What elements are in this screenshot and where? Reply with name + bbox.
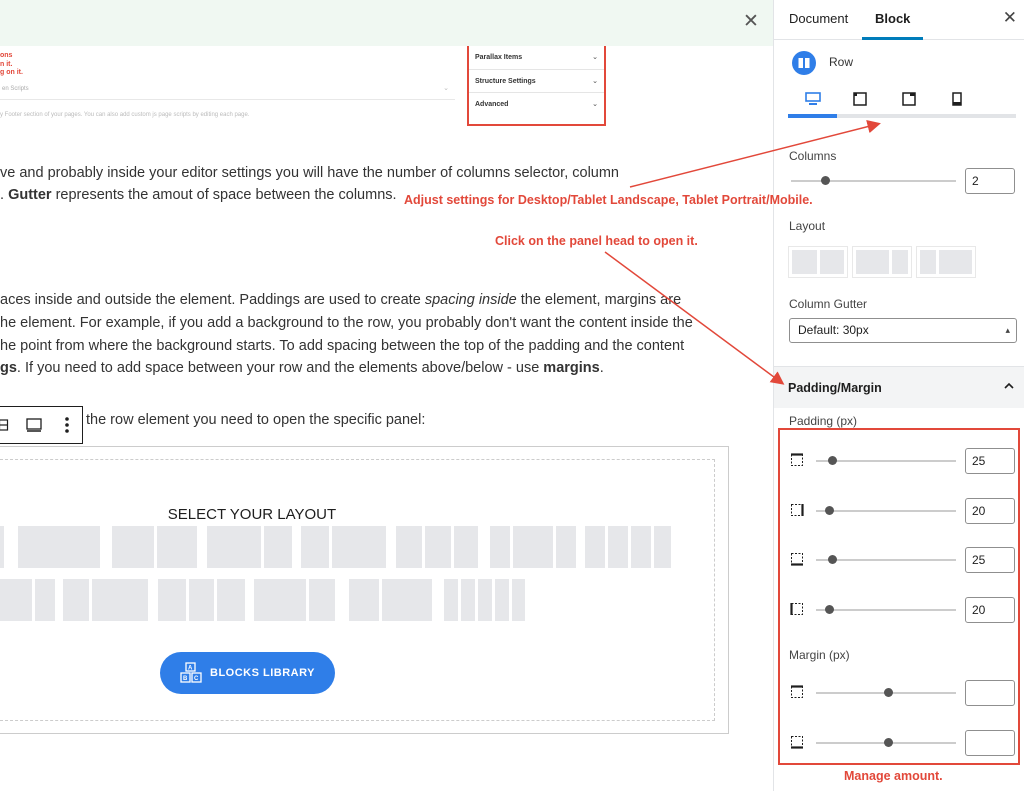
annotation-click: Click on the panel head to open it. — [495, 234, 698, 248]
screenshot-panel-item: Advanced ⌄ — [475, 101, 598, 108]
tablet-portrait-icon[interactable] — [884, 84, 934, 114]
layout-option[interactable] — [585, 526, 671, 568]
layout-option[interactable] — [158, 579, 245, 621]
layout-title: SELECT YOUR LAYOUT — [167, 506, 337, 523]
paragraph-line: gs. If you need to add space between you… — [0, 360, 604, 376]
close-icon[interactable]: ✕ — [1003, 8, 1017, 28]
close-icon[interactable]: ✕ — [743, 10, 759, 33]
panel-title: Padding/Margin — [788, 381, 882, 395]
embedded-screenshot: ons n it. g on it. en Scripts ⌄ y Footer… — [0, 46, 610, 126]
layout-option[interactable] — [349, 579, 432, 621]
row-block-icon — [792, 51, 816, 75]
layout-option[interactable] — [396, 526, 478, 568]
more-options-icon[interactable] — [58, 415, 76, 435]
align-icon[interactable] — [0, 415, 10, 435]
layout-option[interactable] — [254, 579, 335, 621]
block-toolbar — [0, 406, 83, 444]
padding-label: Padding (px) — [789, 414, 858, 428]
device-switcher — [788, 84, 1016, 118]
tablet-landscape-icon[interactable] — [835, 84, 885, 114]
paragraph-line: ve and probably inside your editor setti… — [0, 165, 619, 181]
layout-option[interactable] — [0, 526, 4, 568]
screenshot-panel-item: Structure Settings ⌄ — [469, 70, 604, 93]
screenshot-annotation: ons n it. g on it. — [0, 52, 23, 76]
paragraph-line: the row element you need to open the spe… — [86, 412, 426, 428]
gutter-label: Column Gutter — [789, 297, 868, 311]
sidebar-tabs: Document Block ✕ — [774, 0, 1024, 40]
select-arrows-icon: ▴ — [1005, 325, 1010, 335]
columns-input[interactable]: 2 — [965, 168, 1015, 194]
layout-option[interactable] — [301, 526, 386, 568]
row-block[interactable]: SELECT YOUR LAYOUT A B C BLOCKS LIBRARY — [0, 446, 729, 734]
padding-margin-panel-head[interactable]: Padding/Margin — [774, 366, 1024, 408]
paragraph-line: aces inside and outside the element. Pad… — [0, 292, 682, 308]
svg-text:C: C — [194, 676, 199, 682]
layout-option[interactable] — [207, 526, 292, 568]
layout-option[interactable] — [490, 526, 576, 568]
column-layout-option[interactable] — [852, 246, 912, 278]
blocks-library-label: BLOCKS LIBRARY — [210, 667, 315, 679]
paragraph-line: he point from where the background start… — [0, 338, 685, 354]
columns-label: Columns — [789, 149, 837, 163]
svg-text:A: A — [188, 666, 193, 672]
screenshot-panel: Parallax Items ⌄ Structure Settings ⌄ Adva… — [467, 46, 606, 126]
layout-selector: SELECT YOUR LAYOUT A B C BLOCKS LIBRARY — [0, 459, 715, 721]
notice-bar: ✕ — [0, 0, 773, 46]
annotation-highlight-box — [778, 428, 1020, 765]
screenshot-panel-item: Parallax Items ⌄ — [469, 46, 604, 70]
annotation-adjust: Adjust settings for Desktop/Tablet Lands… — [404, 193, 813, 207]
chevron-up-icon — [1003, 379, 1015, 397]
column-layout-options — [788, 246, 978, 278]
blocks-library-button[interactable]: A B C BLOCKS LIBRARY — [160, 652, 335, 694]
gutter-select[interactable]: Default: 30px ▴ — [789, 318, 1017, 343]
svg-text:B: B — [183, 676, 188, 682]
tab-block[interactable]: Block — [862, 0, 924, 40]
block-name: Row — [829, 55, 854, 69]
layout-icon[interactable] — [24, 415, 44, 435]
layout-option[interactable] — [444, 579, 525, 621]
columns-slider-handle[interactable] — [821, 176, 830, 185]
screenshot-row: en Scripts ⌄ — [0, 80, 455, 100]
annotation-manage: Manage amount. — [844, 769, 943, 783]
paragraph-line: he element. For example, if you add a ba… — [0, 315, 693, 331]
layout-option[interactable] — [0, 579, 55, 621]
layout-option[interactable] — [63, 579, 148, 621]
layout-option[interactable] — [18, 526, 100, 568]
column-layout-option[interactable] — [916, 246, 976, 278]
tab-document[interactable]: Document — [789, 0, 848, 40]
blocks-library-icon: A B C — [180, 662, 202, 683]
desktop-icon[interactable] — [788, 84, 838, 114]
paragraph-line: . Gutter represents the amout of space b… — [0, 187, 397, 203]
layout-option[interactable] — [112, 526, 197, 568]
device-tab-indicator — [788, 114, 837, 118]
editor-canvas: ✕ ons n it. g on it. en Scripts ⌄ y Foot… — [0, 0, 773, 791]
column-layout-option[interactable] — [788, 246, 848, 278]
columns-slider[interactable] — [791, 176, 956, 185]
layout-label: Layout — [789, 219, 826, 233]
mobile-icon[interactable] — [932, 84, 982, 114]
screenshot-muted-text: y Footer section of your pages. You can … — [0, 112, 250, 118]
chevron-down-icon: ⌄ — [443, 85, 449, 92]
